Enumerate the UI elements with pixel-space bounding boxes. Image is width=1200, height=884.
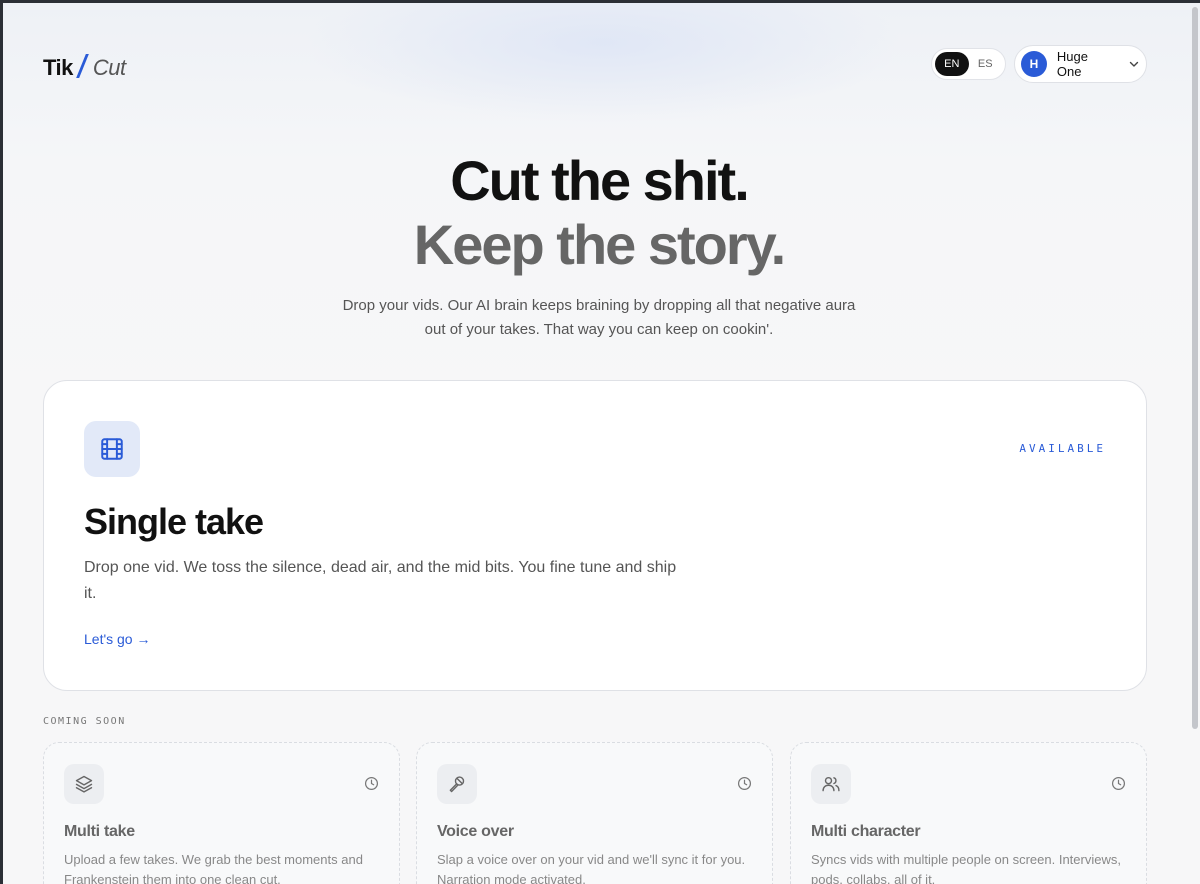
microphone-icon [449,776,465,793]
scrollbar-thumb[interactable] [1192,7,1198,729]
clock-icon [1111,776,1126,791]
lang-option-en[interactable]: EN [935,52,969,76]
coming-soon-label: COMING SOON [43,716,126,727]
logo-cut: Cut [92,55,126,80]
users-icon-tile [811,764,851,804]
multi-character-card: Multi character Syncs vids with multiple… [790,742,1147,884]
clock-icon [737,776,752,791]
lets-go-link[interactable]: Let's go → [84,631,151,647]
single-take-card[interactable]: AVAILABLE Single take Drop one vid. We t… [43,380,1147,691]
microphone-icon-tile [437,764,477,804]
hero-headline-primary: Cut the shit. [450,149,750,212]
film-icon [101,438,123,460]
user-name: Huge One [1056,49,1088,79]
voice-over-card: Voice over Slap a voice over on your vid… [416,742,773,884]
card-description: Drop one vid. We toss the silence, dead … [84,559,677,602]
layers-icon [75,775,93,793]
hero-headline-secondary: Keep the story. [413,213,786,276]
vertical-scrollbar[interactable] [1190,3,1198,884]
soon-card-description: Upload a few takes. We grab the best mom… [64,852,363,884]
logo-slash-mark [76,54,89,78]
soon-card-title: Voice over [437,823,514,840]
user-menu-button[interactable]: H Huge One [1014,45,1147,83]
chevron-down-icon [1129,61,1139,67]
clock-icon [364,776,379,791]
background-glow [303,3,903,123]
soon-card-description: Syncs vids with multiple people on scree… [811,852,1121,884]
layers-icon-tile [64,764,104,804]
card-title: Single take [84,501,264,542]
users-icon [822,776,840,792]
status-badge: AVAILABLE [1019,442,1106,455]
film-icon-tile [84,421,140,477]
logo-tik: Tik [43,55,73,80]
soon-card-title: Multi take [64,823,135,840]
soon-card-description: Slap a voice over on your vid and we'll … [437,852,746,884]
soon-card-title: Multi character [811,823,921,840]
app-window: Tik Cut EN ES H Huge One Cut the shit. K… [3,3,1200,884]
avatar: H [1021,51,1047,77]
multi-take-card: Multi take Upload a few takes. We grab t… [43,742,400,884]
logo[interactable]: Tik Cut [43,51,126,81]
language-toggle[interactable]: EN ES [931,48,1006,80]
lang-option-es[interactable]: ES [969,52,1003,76]
hero-subtitle: Drop your vids. Our AI brain keeps brain… [342,297,856,338]
